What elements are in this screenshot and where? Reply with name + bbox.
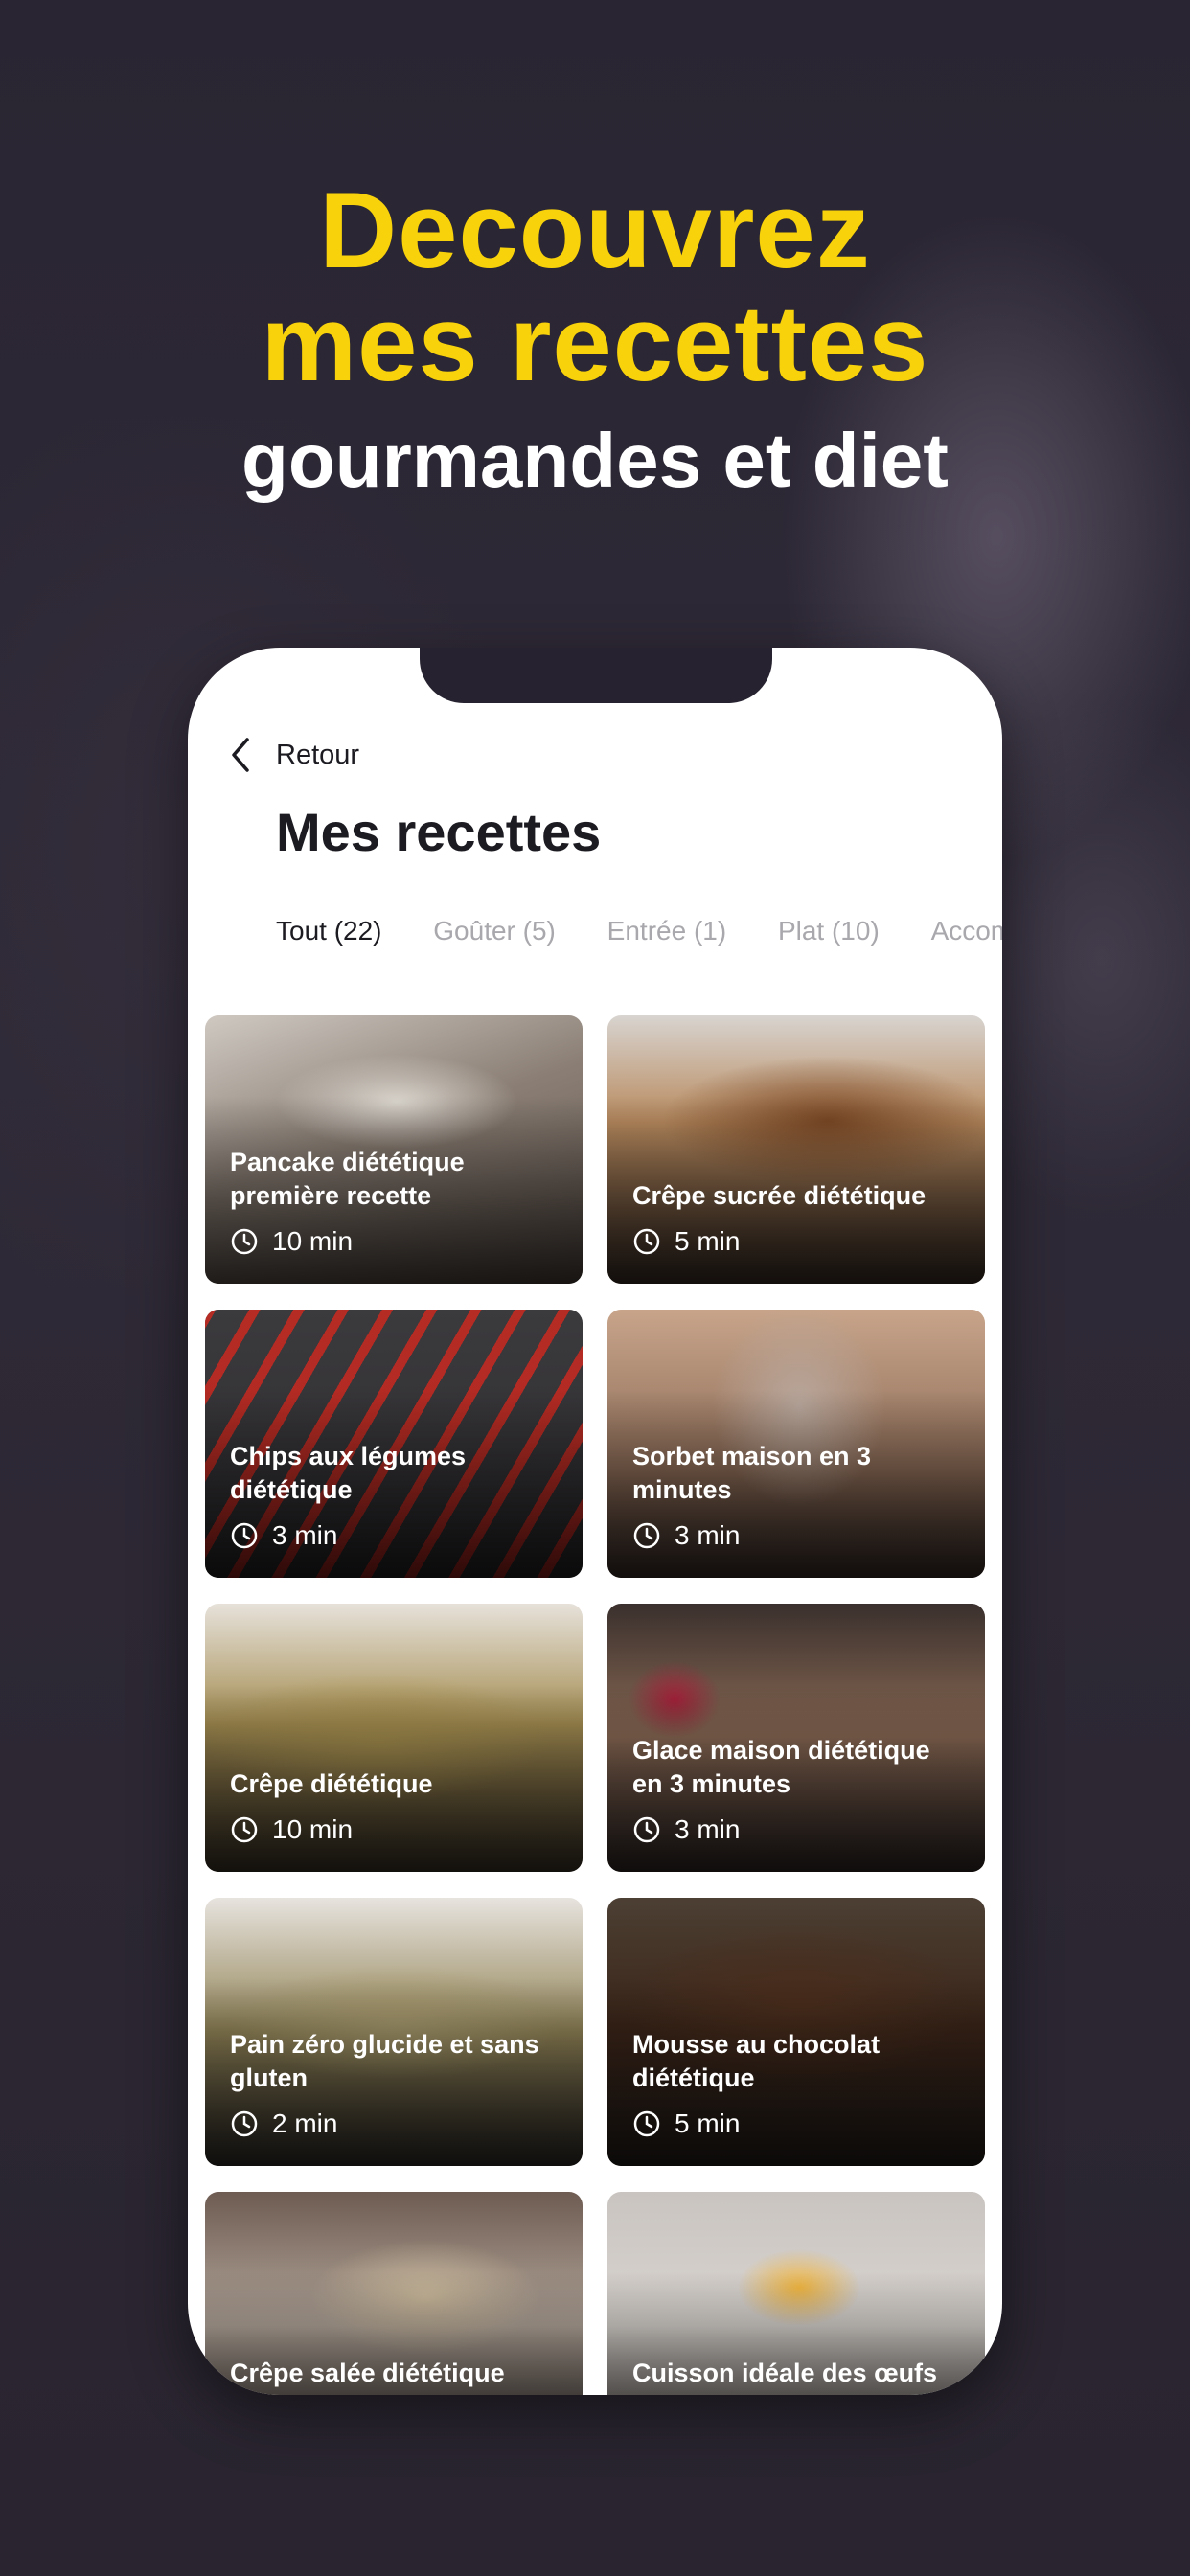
recipe-card[interactable]: Glace maison diététique en 3 minutes 3 m…	[607, 1604, 985, 1872]
clock-icon	[633, 1816, 660, 1843]
hero-title-line1: Decouvrez	[319, 171, 871, 290]
recipe-time: 2 min	[230, 2109, 337, 2139]
back-label: Retour	[276, 739, 360, 770]
recipe-name: Glace maison diététique en 3 minutes	[632, 1736, 930, 1798]
chevron-left-icon	[232, 738, 249, 772]
back-button[interactable]: Retour	[226, 728, 359, 782]
recipe-time-value: 5 min	[675, 1226, 741, 1256]
recipe-time: 10 min	[230, 1226, 353, 1257]
recipe-time-value: 10 min	[272, 1226, 354, 1256]
recipe-card[interactable]: Pain zéro glucide et sans gluten 2 min	[205, 1898, 583, 2166]
clock-icon	[231, 2110, 258, 2137]
clock-icon	[231, 1228, 258, 1255]
tab-gouter[interactable]: Goûter (5)	[433, 916, 556, 946]
recipe-card[interactable]: Pancake diététique première recette 10 m…	[205, 1015, 583, 1284]
recipe-time: 3 min	[230, 1520, 337, 1551]
recipe-name: Cuisson idéale des œufs	[632, 2359, 938, 2387]
recipe-name: Crêpe sucrée diététique	[632, 1181, 927, 1210]
recipe-card[interactable]: Sorbet maison en 3 minutes 3 min	[607, 1310, 985, 1578]
hero-title-line2: mes recettes	[261, 284, 929, 403]
recipe-time-value: 5 min	[675, 2109, 741, 2138]
recipe-card[interactable]: Chips aux légumes diététique 3 min	[205, 1310, 583, 1578]
phone-frame: Retour Mes recettes Tout (22) Goûter (5)…	[188, 648, 1002, 2395]
recipe-name: Pancake diététique première recette	[230, 1148, 465, 1210]
clock-icon	[633, 2110, 660, 2137]
recipe-name: Mousse au chocolat diététique	[632, 2030, 881, 2092]
recipe-name: Crêpe salée diététique	[230, 2359, 505, 2387]
recipe-time: 5 min	[632, 2109, 740, 2139]
recipe-time: 3 min	[632, 1814, 740, 1845]
recipe-time-value: 3 min	[272, 1520, 338, 1550]
recipe-card[interactable]: Crêpe diététique 10 min	[205, 1604, 583, 1872]
tab-entree[interactable]: Entrée (1)	[607, 916, 727, 946]
recipe-card[interactable]: Crêpe salée diététique	[205, 2192, 583, 2395]
tab-plat[interactable]: Plat (10)	[778, 916, 880, 946]
recipe-time: 5 min	[632, 1226, 740, 1257]
recipe-card[interactable]: Crêpe sucrée diététique 5 min	[607, 1015, 985, 1284]
hero-subtitle: gourmandes et diet	[241, 418, 949, 503]
recipe-card[interactable]: Mousse au chocolat diététique 5 min	[607, 1898, 985, 2166]
recipe-time-value: 10 min	[272, 1814, 354, 1844]
clock-icon	[633, 1228, 660, 1255]
clock-icon	[231, 1816, 258, 1843]
recipe-time: 10 min	[230, 1814, 353, 1845]
recipe-time: 3 min	[632, 1520, 740, 1551]
recipe-time-value: 3 min	[675, 1520, 741, 1550]
page-title: Mes recettes	[276, 802, 602, 862]
recipe-name: Chips aux légumes diététique	[230, 1442, 467, 1504]
clock-icon	[231, 1522, 258, 1549]
category-tabs: Tout (22) Goûter (5) Entrée (1) Plat (10…	[276, 916, 1002, 946]
recipe-time-value: 3 min	[675, 1814, 741, 1844]
recipe-name: Sorbet maison en 3 minutes	[632, 1442, 872, 1504]
clock-icon	[633, 1522, 660, 1549]
tab-accompagnement[interactable]: Accom	[931, 916, 1002, 946]
recipe-time-value: 2 min	[272, 2109, 338, 2138]
recipe-name: Crêpe diététique	[230, 1769, 433, 1798]
tab-tout[interactable]: Tout (22)	[276, 916, 382, 946]
recipe-card[interactable]: Cuisson idéale des œufs	[607, 2192, 985, 2395]
recipe-name: Pain zéro glucide et sans gluten	[230, 2030, 539, 2092]
phone-notch	[420, 648, 772, 703]
